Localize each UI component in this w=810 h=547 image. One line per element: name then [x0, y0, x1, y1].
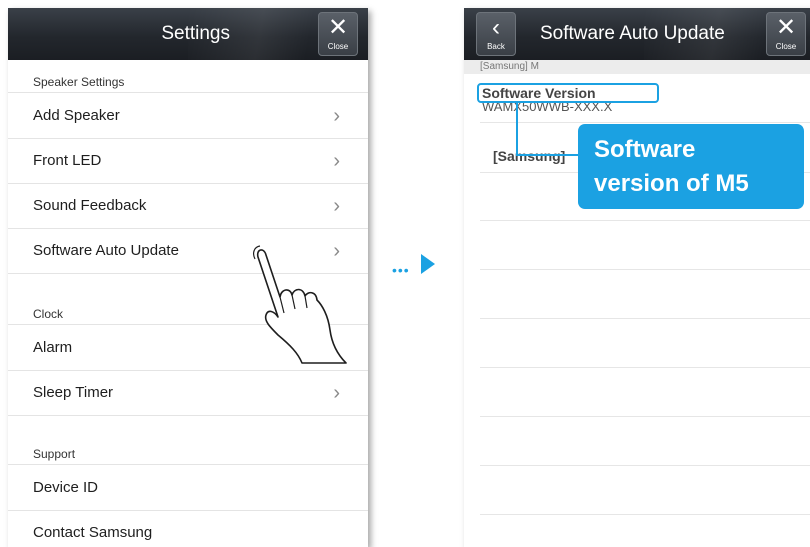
menu-item-label: Software Auto Update: [33, 242, 179, 259]
divider: [480, 514, 810, 515]
chevron-right-icon: ›: [333, 195, 340, 217]
divider: [480, 367, 810, 368]
divider: [480, 318, 810, 319]
menu-item-front-led[interactable]: Front LED ›: [8, 139, 368, 184]
chevron-right-icon: ›: [333, 150, 340, 172]
arrow-head-icon: [421, 254, 435, 274]
update-title-bar: ‹ Back Software Auto Update ✕ Close: [464, 8, 810, 60]
page-title: Software Auto Update: [540, 23, 725, 44]
menu-item-label: Sound Feedback: [33, 197, 147, 214]
chevron-left-icon: ‹: [492, 14, 500, 41]
callout-line-2: version of M5: [594, 170, 749, 197]
dotted-arrow-right-icon: •••: [392, 262, 410, 278]
page-title: Settings: [161, 23, 230, 44]
menu-item-add-speaker[interactable]: Add Speaker ›: [8, 94, 368, 139]
menu-item-device-id[interactable]: Device ID: [8, 466, 368, 511]
divider: [480, 416, 810, 417]
menu-item-label: Front LED: [33, 152, 102, 169]
chevron-right-icon: ›: [333, 105, 340, 127]
menu-item-label: Sleep Timer: [33, 384, 114, 401]
close-button[interactable]: ✕ Close: [318, 12, 358, 56]
divider: [480, 220, 810, 221]
menu-item-sleep-timer[interactable]: Sleep Timer ›: [8, 371, 368, 416]
menu-item-label: Device ID: [33, 479, 99, 496]
software-version-highlight: [477, 83, 659, 103]
close-button-label: Close: [327, 42, 349, 51]
back-button-label: Back: [487, 42, 505, 51]
menu-item-label: Contact Samsung: [33, 524, 153, 541]
callout-line-1: Software: [594, 136, 696, 163]
menu-item-contact-samsung[interactable]: Contact Samsung: [8, 511, 368, 547]
back-button[interactable]: ‹ Back: [476, 12, 516, 56]
software-version-callout: Software version of M5: [578, 124, 804, 209]
section-header-speaker-settings: Speaker Settings: [8, 71, 368, 93]
speaker-group-header: [Samsung] M: [464, 60, 810, 74]
settings-title-bar: Settings ✕ Close: [8, 8, 368, 60]
menu-item-label: Add Speaker: [33, 107, 120, 124]
divider: [480, 465, 810, 466]
chevron-right-icon: ›: [333, 382, 340, 404]
menu-item-sound-feedback[interactable]: Sound Feedback ›: [8, 184, 368, 229]
close-icon: ✕: [327, 14, 349, 41]
menu-item-label: Alarm: [33, 339, 73, 356]
close-button[interactable]: ✕ Close: [766, 12, 806, 56]
close-icon: ✕: [775, 14, 797, 41]
divider: [480, 269, 810, 270]
tapping-hand-icon: [253, 245, 347, 364]
section-header-support: Support: [8, 443, 368, 465]
close-button-label: Close: [775, 42, 797, 51]
